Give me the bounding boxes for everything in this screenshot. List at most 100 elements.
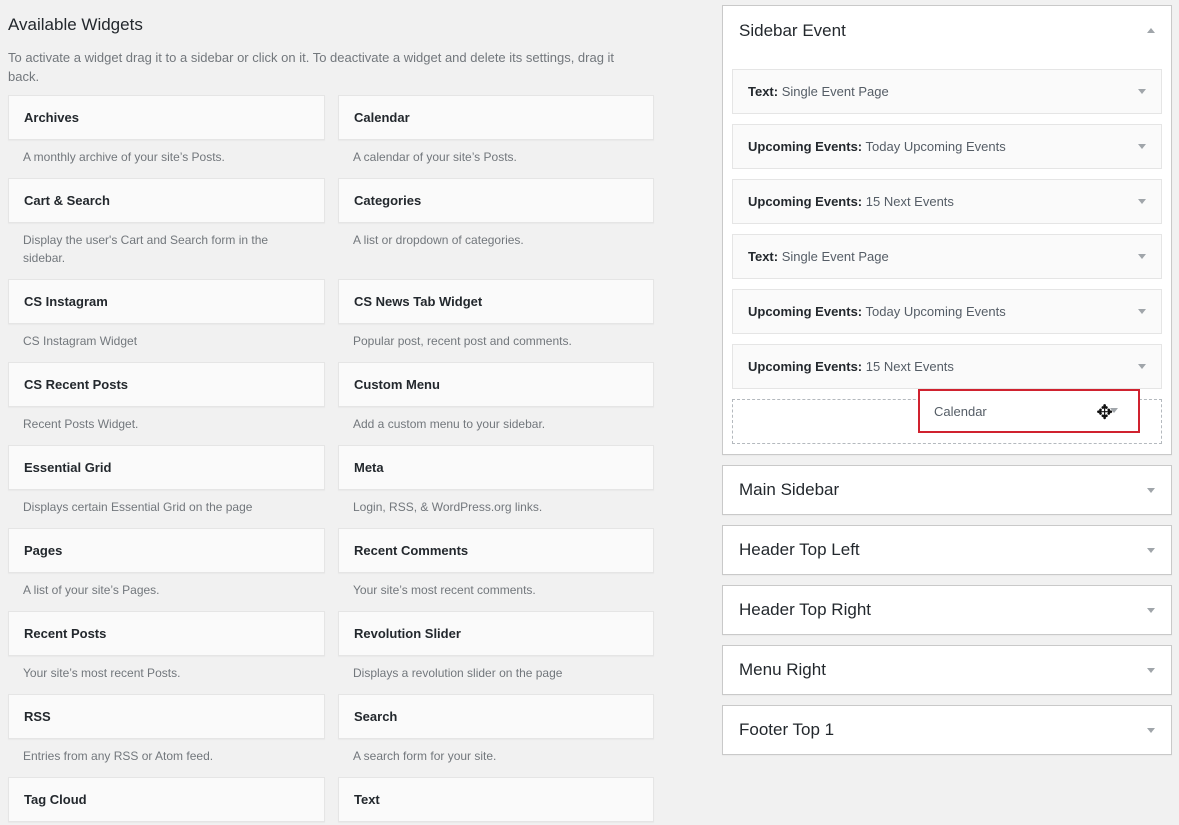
widget-title[interactable]: Recent Posts [8,611,325,656]
sidebar-title: Footer Top 1 [739,720,835,739]
widget-cs-instagram[interactable]: CS Instagram CS Instagram Widget [8,279,325,362]
arrow-down-icon[interactable] [1147,547,1155,553]
widget-title[interactable]: Custom Menu [338,362,654,407]
widget-tag-cloud[interactable]: Tag Cloud [8,777,325,822]
arrow-down-icon[interactable] [1147,667,1155,673]
sidebar-footer-top-1[interactable]: Footer Top 1 [722,705,1172,755]
arrow-down-icon[interactable] [1138,364,1146,369]
sidebar-title: Header Top Right [739,600,871,619]
sidebar-header[interactable]: Menu Right [723,646,1171,694]
widget-revolution-slider[interactable]: Revolution Slider Displays a revolution … [338,611,654,694]
sidebar-header[interactable]: Main Sidebar [723,466,1171,514]
widget-description: Popular post, recent post and comments. [353,334,572,348]
widget-description: Login, RSS, & WordPress.org links. [353,500,543,514]
placed-widget-instance: Today Upcoming Events [865,304,1006,319]
widget-description: Entries from any RSS or Atom feed. [23,749,214,763]
widget-title[interactable]: Revolution Slider [338,611,654,656]
widget-description: Recent Posts Widget. [23,417,139,431]
placed-widget[interactable]: Upcoming Events: 15 Next Events [732,344,1162,389]
placed-widget-type: Upcoming Events: [748,304,863,319]
placed-widget[interactable]: Upcoming Events: Today Upcoming Events [732,124,1162,169]
widget-drop-placeholder[interactable]: Calendar ✥ [732,389,1162,444]
widget-archives[interactable]: Archives A monthly archive of your site’… [8,95,325,178]
widget-pages[interactable]: Pages A list of your site’s Pages. [8,528,325,611]
widget-title[interactable]: Tag Cloud [8,777,325,822]
widget-rss[interactable]: RSS Entries from any RSS or Atom feed. [8,694,325,777]
dragging-widget-label: Calendar [934,403,987,419]
placed-widget-type: Text: [748,84,779,99]
placed-widget-type: Text: [748,249,779,264]
placed-widget[interactable]: Upcoming Events: Today Upcoming Events [732,289,1162,334]
arrow-down-icon[interactable] [1147,487,1155,493]
widget-essential-grid[interactable]: Essential Grid Displays certain Essentia… [8,445,325,528]
widget-title[interactable]: RSS [8,694,325,739]
sidebar-title: Menu Right [739,660,826,679]
arrow-down-icon[interactable] [1138,89,1146,94]
widget-title[interactable]: CS Instagram [8,279,325,324]
widget-cs-news-tab[interactable]: CS News Tab Widget Popular post, recent … [338,279,654,362]
placed-widget[interactable]: Text: Single Event Page [732,69,1162,114]
widget-custom-menu[interactable]: Custom Menu Add a custom menu to your si… [338,362,654,445]
placed-widget-instance: 15 Next Events [865,359,954,374]
widget-title[interactable]: Text [338,777,654,822]
widget-description: Displays a revolution slider on the page [353,666,563,680]
sidebar-header-top-right[interactable]: Header Top Right [722,585,1172,635]
placed-widget[interactable]: Upcoming Events: 15 Next Events [732,179,1162,224]
sidebar-header[interactable]: Header Top Left [723,526,1171,574]
widget-description: A list of your site’s Pages. [23,583,160,597]
sidebar-main[interactable]: Main Sidebar [722,465,1172,515]
widget-description: Your site’s most recent Posts. [23,666,181,680]
widget-recent-posts[interactable]: Recent Posts Your site’s most recent Pos… [8,611,325,694]
placed-widget-type: Upcoming Events: [748,359,863,374]
widget-title[interactable]: CS News Tab Widget [338,279,654,324]
sidebar-header-top-left[interactable]: Header Top Left [722,525,1172,575]
widget-cart-search[interactable]: Cart & Search Display the user's Cart an… [8,178,325,279]
widget-title[interactable]: Search [338,694,654,739]
widget-title[interactable]: Recent Comments [338,528,654,573]
arrow-down-icon[interactable] [1138,199,1146,204]
placed-widget[interactable]: Text: Single Event Page [732,234,1162,279]
arrow-down-icon[interactable] [1147,607,1155,613]
widget-recent-comments[interactable]: Recent Comments Your site’s most recent … [338,528,654,611]
widget-cs-recent-posts[interactable]: CS Recent Posts Recent Posts Widget. [8,362,325,445]
sidebar-title: Header Top Left [739,540,860,559]
widget-description: A search form for your site. [353,749,497,763]
dragging-widget-calendar[interactable]: Calendar ✥ [918,389,1140,433]
widget-description: Add a custom menu to your sidebar. [353,417,546,431]
widget-categories[interactable]: Categories A list or dropdown of categor… [338,178,654,279]
sidebar-event-header[interactable]: Sidebar Event [723,6,1171,55]
placed-widget-instance: Single Event Page [781,249,889,264]
arrow-down-icon[interactable] [1147,727,1155,733]
sidebar-event: Sidebar Event Text: Single Event Page Up… [722,5,1172,455]
widget-title[interactable]: CS Recent Posts [8,362,325,407]
widget-description: Display the user's Cart and Search form … [23,233,269,265]
sidebar-header[interactable]: Footer Top 1 [723,706,1171,754]
widget-title[interactable]: Essential Grid [8,445,325,490]
sidebar-header[interactable]: Header Top Right [723,586,1171,634]
widget-description: Your site’s most recent comments. [353,583,536,597]
widget-title[interactable]: Meta [338,445,654,490]
widget-title[interactable]: Pages [8,528,325,573]
widget-title[interactable]: Categories [338,178,654,223]
placed-widget-label: Text: Single Event Page [748,84,889,99]
move-cursor-icon: ✥ [1096,402,1113,424]
sidebar-event-widgets: Text: Single Event Page Upcoming Events:… [723,55,1171,444]
arrow-down-icon[interactable] [1138,144,1146,149]
arrow-down-icon[interactable] [1138,309,1146,314]
sidebar-menu-right[interactable]: Menu Right [722,645,1172,695]
placed-widget-label: Upcoming Events: Today Upcoming Events [748,304,1006,319]
widget-text[interactable]: Text [338,777,654,822]
widget-title[interactable]: Calendar [338,95,654,140]
widget-title[interactable]: Cart & Search [8,178,325,223]
widget-search[interactable]: Search A search form for your site. [338,694,654,777]
placed-widget-label: Upcoming Events: 15 Next Events [748,359,954,374]
widget-description: Displays certain Essential Grid on the p… [23,500,253,514]
available-widgets-panel: Available Widgets To activate a widget d… [8,14,654,822]
widget-meta[interactable]: Meta Login, RSS, & WordPress.org links. [338,445,654,528]
widget-title[interactable]: Archives [8,95,325,140]
placed-widget-type: Upcoming Events: [748,194,863,209]
available-widgets-title: Available Widgets [8,15,143,34]
arrow-up-icon[interactable] [1147,28,1155,33]
widget-calendar[interactable]: Calendar A calendar of your site’s Posts… [338,95,654,178]
arrow-down-icon[interactable] [1138,254,1146,259]
